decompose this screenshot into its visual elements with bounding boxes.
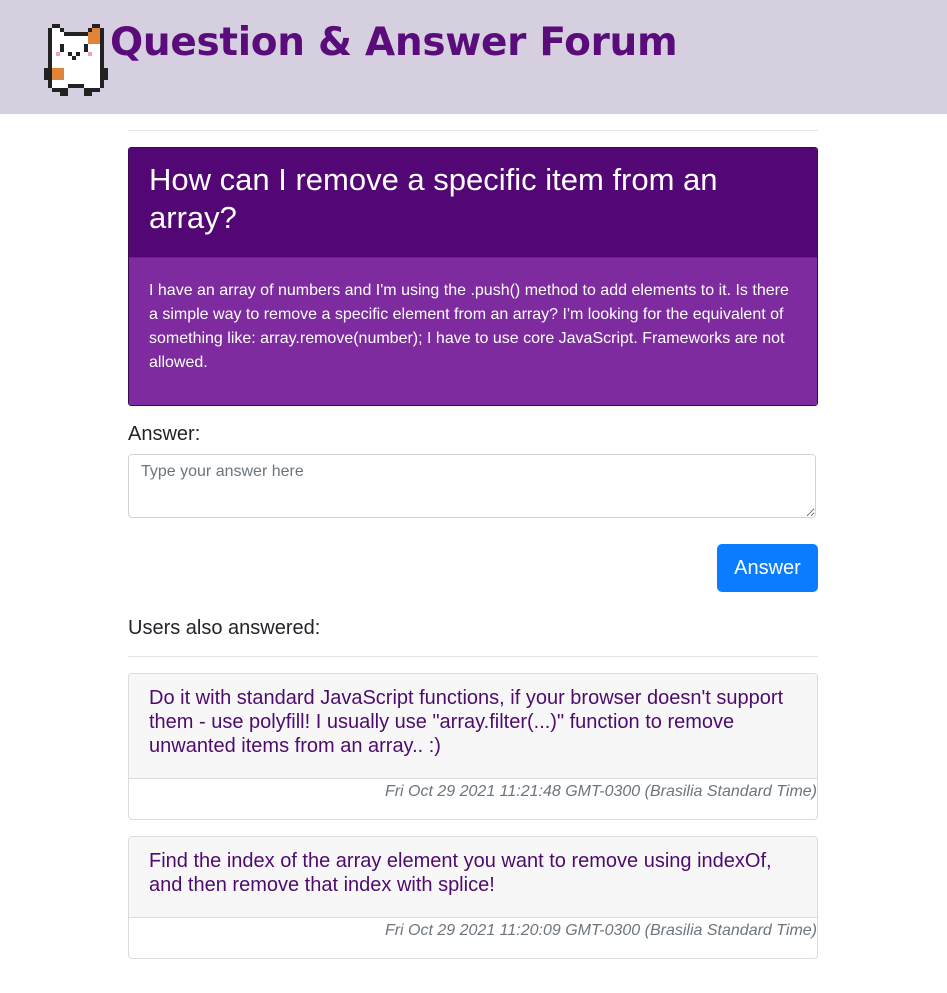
answer-card: Do it with standard JavaScript functions… bbox=[128, 673, 818, 820]
site-title: Question & Answer Forum bbox=[110, 20, 678, 65]
answer-text: Do it with standard JavaScript functions… bbox=[129, 674, 817, 779]
question-body-text: I have an array of numbers and I'm using… bbox=[149, 282, 789, 371]
divider bbox=[128, 656, 818, 657]
answer-date: Fri Oct 29 2021 11:21:48 GMT-0300 (Brasi… bbox=[384, 783, 817, 800]
site-header: Question & Answer Forum bbox=[0, 0, 947, 114]
answer-label: Answer: bbox=[128, 423, 201, 445]
question-card: How can I remove a specific item from an… bbox=[128, 147, 818, 406]
answer-button[interactable]: Answer bbox=[717, 544, 818, 592]
question-title: How can I remove a specific item from an… bbox=[149, 162, 718, 235]
answer-text: Find the index of the array element you … bbox=[129, 837, 817, 918]
answer-date: Fri Oct 29 2021 11:20:09 GMT-0300 (Brasi… bbox=[384, 922, 817, 939]
question-header: How can I remove a specific item from an… bbox=[129, 148, 817, 258]
divider bbox=[128, 130, 818, 131]
question-body: I have an array of numbers and I'm using… bbox=[129, 258, 817, 405]
answer-input[interactable] bbox=[128, 454, 816, 518]
pixel-cat-icon[interactable] bbox=[44, 20, 108, 96]
answer-card: Find the index of the array element you … bbox=[128, 836, 818, 959]
answers-heading: Users also answered: bbox=[128, 617, 321, 639]
